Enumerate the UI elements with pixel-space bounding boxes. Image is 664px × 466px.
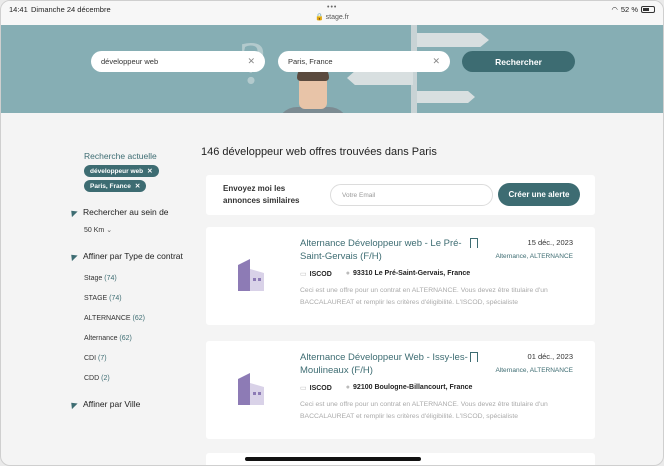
filter-label: Alternance: [84, 334, 118, 342]
alert-label: Envoyez moi les annonces similaires: [223, 184, 300, 205]
radius-dropdown[interactable]: 50 Km ⌄: [84, 226, 189, 234]
battery-icon: [641, 6, 655, 13]
city-title: Affiner par Ville: [83, 398, 141, 409]
radius-section[interactable]: Rechercher au sein de: [68, 206, 189, 219]
company-name: ISCOD: [309, 271, 332, 278]
city-section[interactable]: Affiner par Ville: [68, 398, 189, 411]
more-dots-icon[interactable]: •••: [327, 4, 337, 11]
filter-count: (62): [132, 314, 145, 322]
remove-chip-icon[interactable]: ✕: [147, 167, 152, 175]
remove-chip-icon[interactable]: ✕: [135, 182, 140, 190]
job-description: Ceci est une offre pour un contrat en AL…: [300, 287, 548, 306]
filter-option[interactable]: ALTERNANCE (62): [84, 315, 189, 322]
collapse-triangle-icon[interactable]: [68, 207, 78, 218]
filter-chip[interactable]: développeur web ✕: [84, 165, 159, 177]
filter-option[interactable]: Stage (74): [84, 275, 189, 282]
search-input[interactable]: développeur web ✕: [91, 51, 265, 72]
filter-count: (74): [104, 274, 117, 282]
chevron-down-icon: ⌄: [106, 226, 113, 234]
status-bar: 14:41 Dimanche 24 décembre ••• 🔒 stage.f…: [1, 1, 663, 25]
job-location: 92100 Boulogne-Billancourt, France: [353, 384, 473, 391]
create-alert-button[interactable]: Créer une alerte: [498, 183, 580, 206]
job-date: 01 déc., 2023: [527, 352, 573, 361]
contract-type-section[interactable]: Affiner par Type de contrat: [68, 250, 189, 263]
filter-option[interactable]: CDD (2): [84, 375, 189, 382]
job-meta: ▭ ISCOD ● 93310 Le Pré-Saint-Gervais, Fran…: [300, 270, 470, 278]
clear-location-icon[interactable]: ✕: [432, 56, 440, 67]
filter-count: (2): [101, 374, 110, 382]
radius-value: 50 Km: [84, 226, 105, 234]
filter-option[interactable]: Alternance (62): [84, 335, 189, 342]
filter-label: CDI: [84, 354, 97, 362]
email-field[interactable]: Votre Email: [330, 184, 493, 206]
signpost-arrow: [347, 71, 413, 85]
job-alert-box: Envoyez moi les annonces similaires Votr…: [206, 175, 595, 215]
location-value: Paris, France: [288, 57, 333, 66]
signpost-arrow: [417, 91, 475, 103]
filter-label: ALTERNANCE: [84, 314, 131, 322]
job-card[interactable]: Alternance Développeur Web - Issy-les-Mo…: [206, 341, 595, 439]
filter-option[interactable]: STAGE (74): [84, 295, 189, 302]
radius-title: Rechercher au sein de: [83, 207, 169, 217]
filter-count: (7): [98, 354, 107, 362]
company-logo-icon: [238, 259, 264, 291]
job-card[interactable]: Alternance Développeur web - Le Pré-Sain…: [206, 227, 595, 325]
chip-label: développeur web: [90, 167, 144, 175]
contract-type-title: Affiner par Type de contrat: [83, 250, 183, 261]
bookmark-icon[interactable]: [470, 238, 478, 248]
job-title-link[interactable]: Alternance Développeur web - Le Pré-Sain…: [300, 237, 470, 264]
chip-label: Paris, France: [90, 182, 131, 190]
signpost-arrow: [417, 33, 489, 47]
job-tags[interactable]: Alternance, ALTERNANCE: [495, 253, 573, 260]
battery-percent: 52 %: [620, 5, 638, 14]
bookmark-icon[interactable]: [470, 352, 478, 362]
building-icon: ▭: [300, 271, 307, 278]
search-button[interactable]: Rechercher: [462, 51, 575, 72]
filter-label: STAGE: [84, 294, 108, 302]
job-description: Ceci est une offre pour un contrat en AL…: [300, 401, 548, 420]
location-pin-icon: ●: [345, 384, 351, 391]
job-location: 93310 Le Pré-Saint-Gervais, France: [353, 270, 471, 277]
location-pin-icon: ●: [345, 270, 351, 277]
filters-sidebar: Recherche actuelle développeur web ✕ Pari…: [68, 151, 189, 411]
filter-option[interactable]: CDI (7): [84, 355, 189, 362]
building-icon: ▭: [300, 385, 307, 392]
collapse-triangle-icon[interactable]: [68, 399, 78, 409]
filter-label: CDD: [84, 374, 100, 382]
wifi-icon: ◠: [611, 5, 618, 14]
filter-count: (62): [119, 334, 132, 342]
location-input[interactable]: Paris, France ✕: [278, 51, 450, 72]
filter-label: Stage: [84, 274, 103, 282]
company-logo-icon: [238, 373, 264, 405]
results-title: 146 développeur web offres trouvées dans…: [201, 146, 437, 158]
search-query: développeur web: [101, 57, 159, 66]
current-search-title: Recherche actuelle: [84, 151, 157, 161]
status-right: ◠ 52 %: [611, 5, 655, 14]
address-bar[interactable]: 🔒 stage.fr: [1, 13, 663, 21]
job-title-link[interactable]: Alternance Développeur Web - Issy-les-Mo…: [300, 351, 470, 378]
job-meta: ▭ ISCOD ● 92100 Boulogne-Billancourt, Fran…: [300, 384, 472, 392]
home-indicator[interactable]: [245, 457, 421, 461]
filter-count: (74): [109, 294, 122, 302]
collapse-triangle-icon[interactable]: [68, 251, 78, 261]
browser-window: 14:41 Dimanche 24 décembre ••• 🔒 stage.f…: [0, 0, 664, 466]
company-name: ISCOD: [309, 385, 332, 392]
filter-chip[interactable]: Paris, France ✕: [84, 180, 147, 192]
url-text: stage.fr: [325, 14, 350, 21]
job-tags[interactable]: Alternance, ALTERNANCE: [495, 367, 573, 374]
job-date: 15 déc., 2023: [527, 238, 573, 247]
clear-query-icon[interactable]: ✕: [247, 56, 255, 67]
